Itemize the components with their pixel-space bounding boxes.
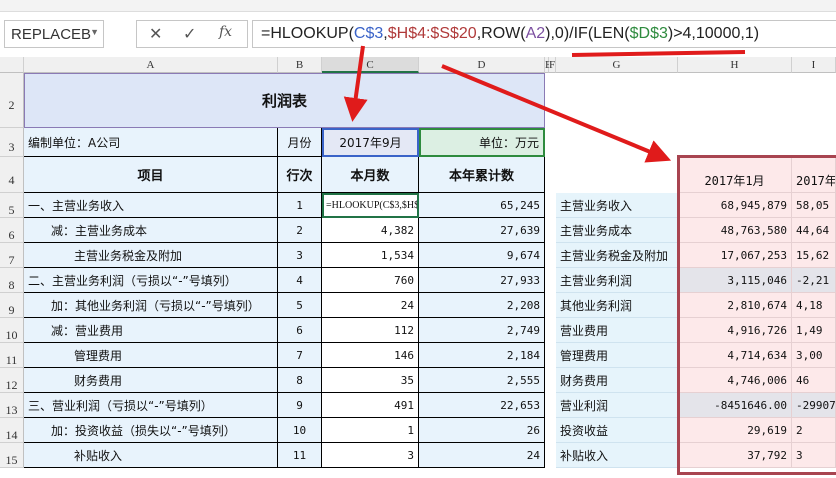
red-underline bbox=[571, 50, 746, 57]
red-arrow-right bbox=[441, 64, 672, 163]
annotation-overlay bbox=[343, 45, 746, 163]
red-arrow-down bbox=[343, 45, 368, 122]
